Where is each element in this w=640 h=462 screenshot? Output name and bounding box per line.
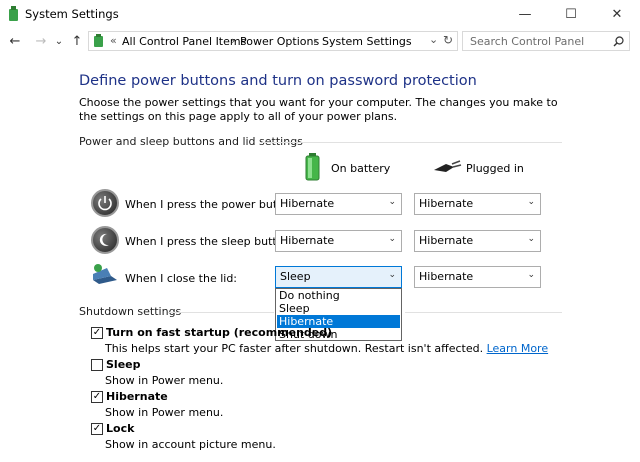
- page-heading: Define power buttons and turn on passwor…: [79, 73, 477, 89]
- power-button-battery-select[interactable]: Hibernate ⌄: [275, 193, 402, 215]
- hibernate-option-label[interactable]: Hibernate: [106, 390, 168, 403]
- address-dropdown-chevron-icon[interactable]: ⌄: [429, 33, 438, 46]
- search-input[interactable]: Search Control Panel: [470, 35, 584, 48]
- breadcrumb-power-options[interactable]: Power Options: [240, 35, 319, 48]
- option-sleep[interactable]: Sleep: [277, 302, 400, 315]
- select-value: Hibernate: [280, 234, 335, 247]
- window-title: System Settings: [25, 7, 119, 21]
- section-divider: [262, 142, 562, 143]
- sleep-button-plugged-select[interactable]: Hibernate ⌄: [414, 230, 541, 252]
- hibernate-checkbox[interactable]: ✓: [91, 391, 103, 403]
- select-value: Sleep: [280, 270, 311, 283]
- up-arrow-icon[interactable]: ↑: [68, 32, 86, 50]
- refresh-icon[interactable]: ↻: [443, 33, 453, 47]
- sleep-option-label[interactable]: Sleep: [106, 358, 141, 371]
- option-do-nothing[interactable]: Do nothing: [277, 289, 400, 302]
- sleep-button-battery-select[interactable]: Hibernate ⌄: [275, 230, 402, 252]
- select-value: Hibernate: [419, 197, 474, 210]
- plugged-in-header: Plugged in: [466, 162, 524, 175]
- lock-option-label[interactable]: Lock: [106, 422, 134, 435]
- laptop-lid-icon: [93, 264, 117, 284]
- sleep-button-label: When I press the sleep button:: [125, 235, 295, 248]
- close-button[interactable]: ✕: [594, 0, 640, 28]
- search-icon[interactable]: [613, 36, 624, 47]
- select-value: Hibernate: [419, 270, 474, 283]
- address-bar[interactable]: « All Control Panel Items › Power Option…: [88, 31, 458, 51]
- chevron-down-icon: ⌄: [527, 270, 535, 280]
- forward-arrow-icon[interactable]: →: [32, 32, 50, 50]
- fast-startup-checkbox[interactable]: ✓: [91, 327, 103, 339]
- on-battery-header: On battery: [331, 162, 391, 175]
- learn-more-link[interactable]: Learn More: [487, 342, 549, 355]
- sleep-option-description: Show in Power menu.: [105, 374, 224, 387]
- chevron-down-icon: ⌄: [527, 234, 535, 244]
- chevron-down-icon: ⌄: [527, 197, 535, 207]
- title-bar: System Settings — ☐ ✕: [0, 0, 640, 28]
- page-description: Choose the power settings that you want …: [79, 96, 558, 123]
- chevron-down-icon: ⌄: [388, 270, 396, 280]
- lid-close-plugged-select[interactable]: Hibernate ⌄: [414, 266, 541, 288]
- section-divider: [168, 312, 274, 313]
- lid-close-label: When I close the lid:: [125, 272, 238, 285]
- section-divider: [405, 312, 562, 313]
- power-options-app-icon: [9, 6, 18, 21]
- minimize-button[interactable]: —: [502, 0, 548, 28]
- sleep-checkbox[interactable]: [91, 359, 103, 371]
- hibernate-option-description: Show in Power menu.: [105, 406, 224, 419]
- plug-icon: [434, 160, 462, 172]
- breadcrumb-separator-icon[interactable]: ›: [231, 34, 235, 47]
- recent-locations-chevron-icon[interactable]: ⌄: [50, 32, 68, 50]
- power-button-icon: [91, 189, 119, 217]
- breadcrumb-all-control-panel-items[interactable]: All Control Panel Items: [122, 35, 246, 48]
- breadcrumb-system-settings[interactable]: System Settings: [322, 35, 412, 48]
- breadcrumb-overflow-icon[interactable]: «: [110, 34, 117, 47]
- lid-close-battery-select[interactable]: Sleep ⌄: [275, 266, 402, 288]
- select-value: Hibernate: [419, 234, 474, 247]
- select-value: Hibernate: [280, 197, 335, 210]
- fast-startup-desc-text: This helps start your PC faster after sh…: [105, 342, 484, 355]
- back-arrow-icon[interactable]: ←: [6, 32, 24, 50]
- navigation-bar: ← → ⌄ ↑ « All Control Panel Items › Powe…: [0, 28, 640, 54]
- chevron-down-icon: ⌄: [388, 234, 396, 244]
- battery-icon: [305, 153, 320, 181]
- maximize-button[interactable]: ☐: [548, 0, 594, 28]
- power-button-label: When I press the power button:: [125, 198, 299, 211]
- breadcrumb-separator-icon[interactable]: ›: [313, 34, 317, 47]
- lock-checkbox[interactable]: ✓: [91, 423, 103, 435]
- control-panel-icon: [94, 34, 103, 47]
- sleep-button-icon: [91, 226, 119, 254]
- lock-option-description: Show in account picture menu.: [105, 438, 276, 451]
- power-button-plugged-select[interactable]: Hibernate ⌄: [414, 193, 541, 215]
- shutdown-section-title: Shutdown settings: [79, 305, 182, 318]
- search-box[interactable]: Search Control Panel: [462, 31, 630, 51]
- fast-startup-description: This helps start your PC faster after sh…: [105, 342, 548, 355]
- fast-startup-label[interactable]: Turn on fast startup (recommended): [106, 326, 332, 339]
- chevron-down-icon: ⌄: [388, 197, 396, 207]
